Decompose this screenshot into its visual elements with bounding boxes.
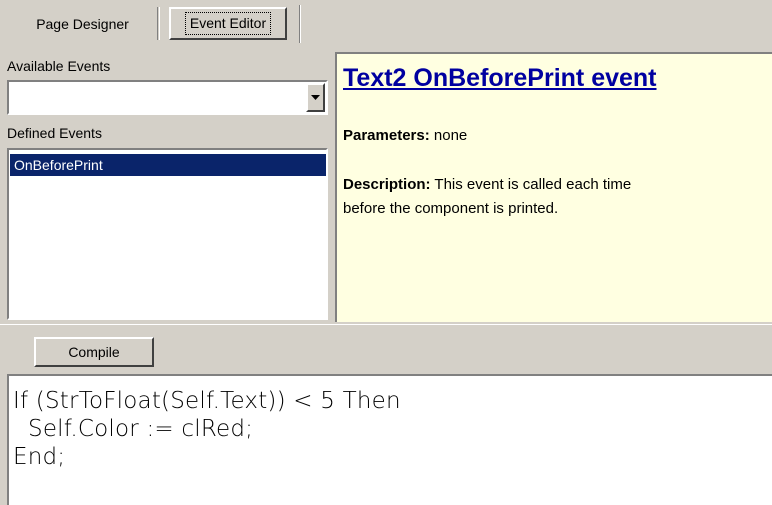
- description-label: Description:: [343, 176, 431, 193]
- tab-page-designer[interactable]: Page Designer: [8, 7, 160, 40]
- tab-event-editor[interactable]: Event Editor: [169, 7, 287, 40]
- help-title[interactable]: Text2 OnBeforePrint event: [343, 64, 657, 93]
- code-editor[interactable]: If (StrToFloat(Self.Text)) < 5 Then Self…: [7, 374, 772, 505]
- available-events-dropdown-button[interactable]: [306, 83, 325, 112]
- tab-page-designer-label: Page Designer: [36, 15, 129, 32]
- list-item[interactable]: OnBeforePrint: [10, 154, 326, 176]
- chevron-down-icon: [311, 94, 320, 100]
- defined-events-list[interactable]: OnBeforePrint: [7, 148, 328, 320]
- event-help-panel: Text2 OnBeforePrint event Parameters: no…: [335, 52, 772, 322]
- available-events-label: Available Events: [7, 58, 111, 74]
- tab-divider-highlight: [300, 5, 301, 43]
- code-line: End;: [13, 444, 66, 470]
- tab-event-editor-label: Event Editor: [184, 12, 272, 35]
- defined-events-label: Defined Events: [7, 125, 102, 141]
- compile-button[interactable]: Compile: [34, 337, 154, 367]
- editor-toolbar: Compile: [0, 324, 772, 373]
- description-text-line1: This event is called each time: [434, 176, 632, 193]
- description-line: Description: This event is called each t…: [343, 176, 631, 193]
- tab-strip: Page Designer Event Editor: [0, 0, 772, 46]
- available-events-combo[interactable]: [7, 80, 328, 115]
- parameters-line: Parameters: none: [343, 127, 467, 144]
- parameters-label: Parameters:: [343, 127, 430, 144]
- code-line: Self.Color := clRed;: [13, 416, 254, 442]
- code-line: If (StrToFloat(Self.Text)) < 5 Then: [13, 388, 401, 414]
- description-text-line2: before the component is printed.: [343, 200, 559, 217]
- parameters-value: none: [433, 127, 468, 144]
